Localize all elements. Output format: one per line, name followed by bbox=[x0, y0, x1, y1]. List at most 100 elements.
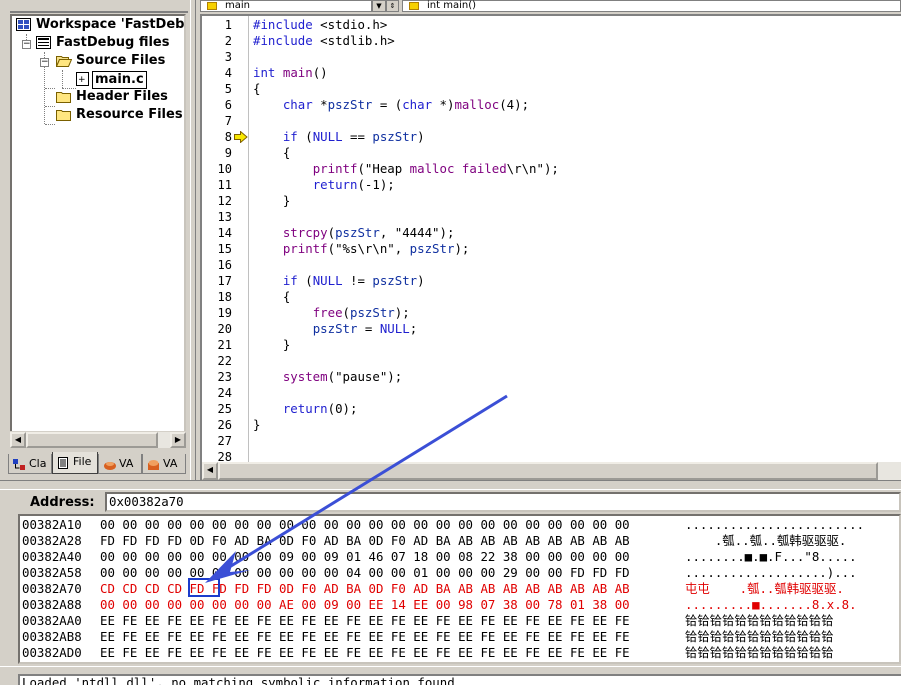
workspace-horizontal-scrollbar[interactable]: ◀ ▶ bbox=[10, 431, 186, 448]
tree-connector bbox=[62, 70, 63, 88]
code-token: system bbox=[282, 369, 328, 384]
code-token: pszStr bbox=[409, 241, 455, 256]
function-combo[interactable]: int main() bbox=[402, 0, 901, 12]
code-editor[interactable]: 1 2 3 4 5 6 7 8 9 10 11 12 13 14 15 16 17 18 19 20 21 22 23 24 2… bbox=[200, 14, 901, 480]
code-token: ("%s\r\n", bbox=[327, 241, 410, 256]
scroll-right-icon[interactable]: ▶ bbox=[170, 432, 186, 448]
memory-bytes: CD CD CD CD FD FD FD FD 0D F0 AD BA 0D F… bbox=[100, 581, 630, 596]
memory-view[interactable]: 00382A10 00 00 00 00 00 00 00 00 00 00 00… bbox=[18, 514, 901, 664]
memory-bytes: EE FE EE FE EE FE EE FE EE FE EE FE EE F… bbox=[100, 629, 630, 644]
code-token: malloc bbox=[409, 161, 455, 176]
code-line[interactable]: int main() bbox=[253, 65, 328, 81]
output-text: Loaded 'ntdll.dll', no matching symbolic… bbox=[22, 675, 463, 685]
scope-dropdown-icon[interactable]: ▼ bbox=[372, 0, 386, 12]
code-line[interactable]: } bbox=[253, 193, 290, 209]
memory-ascii: 屯屯 .瓠..瓠韩驱驱驱. bbox=[685, 581, 844, 596]
scroll-left-icon[interactable]: ◀ bbox=[202, 462, 218, 480]
memory-ascii: ........■.■.F..."8..... bbox=[685, 549, 857, 564]
svg-text:+: + bbox=[78, 75, 86, 85]
code-line[interactable]: { bbox=[253, 289, 290, 305]
memory-bytes: 00 00 00 00 00 00 00 00 AE 00 09 00 EE 1… bbox=[100, 597, 630, 612]
memory-bytes: 00 00 00 00 00 00 00 00 09 00 09 01 46 0… bbox=[100, 549, 630, 564]
line-number: 27 bbox=[217, 434, 232, 448]
scroll-left-icon[interactable]: ◀ bbox=[10, 432, 26, 448]
code-token: ( bbox=[327, 225, 336, 240]
code-token: free bbox=[312, 305, 343, 320]
code-line[interactable]: printf("Heap malloc failed\r\n"); bbox=[253, 161, 559, 177]
code-token: pszStr bbox=[312, 321, 358, 336]
workspace-pane: Workspace 'FastDebug − FastDebug files −… bbox=[0, 0, 196, 480]
code-line[interactable]: free(pszStr); bbox=[253, 305, 410, 321]
code-line[interactable]: return(0); bbox=[253, 401, 358, 417]
code-token: <stdio.h> bbox=[312, 17, 388, 32]
workspace-top-border bbox=[10, 11, 188, 13]
code-token: malloc bbox=[454, 97, 500, 112]
tab-va-view[interactable]: VA bbox=[98, 454, 142, 474]
file-view-icon bbox=[57, 456, 70, 469]
collapse-icon[interactable]: − bbox=[40, 58, 49, 67]
tab-va-outline[interactable]: VA bbox=[142, 454, 186, 474]
editor-horizontal-scrollbar[interactable]: ◀ bbox=[202, 462, 901, 480]
code-token: , "4444"); bbox=[379, 225, 455, 240]
tab-file-view[interactable]: File bbox=[52, 452, 98, 474]
scope-spin-icon[interactable]: ⇕ bbox=[386, 0, 399, 12]
code-line[interactable]: pszStr = NULL; bbox=[253, 321, 417, 337]
code-token: int bbox=[253, 65, 276, 80]
code-line[interactable]: #include <stdlib.h> bbox=[253, 33, 395, 49]
collapse-icon[interactable]: − bbox=[22, 40, 31, 49]
code-token: NULL bbox=[379, 321, 410, 336]
code-token: #include bbox=[253, 17, 313, 32]
code-line[interactable]: if (NULL != pszStr) bbox=[253, 273, 425, 289]
code-token: char bbox=[402, 97, 433, 112]
line-number: 7 bbox=[224, 114, 232, 128]
function-icon bbox=[409, 2, 419, 10]
line-number: 22 bbox=[217, 354, 232, 368]
address-input[interactable]: 0x00382a70 bbox=[105, 492, 901, 512]
tree-workspace[interactable]: Workspace 'FastDebug bbox=[36, 16, 184, 33]
code-line[interactable]: char *pszStr = (char *)malloc(4); bbox=[253, 97, 529, 113]
code-token: == bbox=[342, 129, 373, 144]
horizontal-splitter[interactable] bbox=[0, 480, 901, 490]
code-line[interactable]: } bbox=[253, 337, 290, 353]
code-line[interactable]: } bbox=[253, 417, 260, 433]
memory-address: 00382AA0 bbox=[22, 613, 82, 628]
scope-combo[interactable]: main bbox=[200, 0, 372, 12]
tree-file-main-c[interactable]: main.c bbox=[92, 71, 147, 89]
code-line[interactable]: system("pause"); bbox=[253, 369, 402, 385]
code-line[interactable]: strcpy(pszStr, "4444"); bbox=[253, 225, 455, 241]
line-number: 9 bbox=[224, 146, 232, 160]
code-line[interactable]: { bbox=[253, 81, 260, 97]
memory-address-bar: Address: 0x00382a70 bbox=[0, 490, 901, 514]
tab-class-view[interactable]: Cla bbox=[8, 454, 52, 474]
tree-header-files[interactable]: Header Files bbox=[76, 88, 168, 105]
code-line[interactable]: printf("%s\r\n", pszStr); bbox=[253, 241, 470, 257]
code-token: ("pause"); bbox=[327, 369, 403, 384]
tree-project[interactable]: FastDebug files bbox=[56, 34, 170, 51]
code-token: pszStr bbox=[350, 305, 395, 320]
vertical-splitter[interactable] bbox=[190, 0, 196, 480]
code-token: } bbox=[253, 417, 261, 432]
memory-address: 00382A40 bbox=[22, 549, 82, 564]
code-token: pszStr bbox=[372, 129, 418, 144]
function-combo-value: int main() bbox=[427, 0, 477, 11]
line-number: 10 bbox=[217, 162, 232, 176]
editor-scroll-thumb[interactable] bbox=[218, 462, 878, 480]
code-token: (-1); bbox=[357, 177, 395, 192]
line-number: 19 bbox=[217, 306, 232, 320]
code-token: #include bbox=[253, 33, 313, 48]
code-line[interactable]: if (NULL == pszStr) bbox=[253, 129, 425, 145]
file-tree[interactable]: Workspace 'FastDebug − FastDebug files −… bbox=[10, 14, 186, 448]
line-number: 14 bbox=[217, 226, 232, 240]
code-line[interactable]: { bbox=[253, 145, 290, 161]
code-line[interactable]: #include <stdio.h> bbox=[253, 17, 387, 33]
tree-source-files[interactable]: Source Files bbox=[76, 52, 165, 69]
scroll-thumb[interactable] bbox=[26, 432, 158, 448]
code-token: main bbox=[282, 65, 313, 80]
output-separator bbox=[0, 666, 901, 674]
output-window[interactable]: Loaded 'ntdll.dll', no matching symbolic… bbox=[18, 674, 901, 685]
code-line[interactable]: return(-1); bbox=[253, 177, 395, 193]
tree-resource-files[interactable]: Resource Files bbox=[76, 106, 183, 123]
